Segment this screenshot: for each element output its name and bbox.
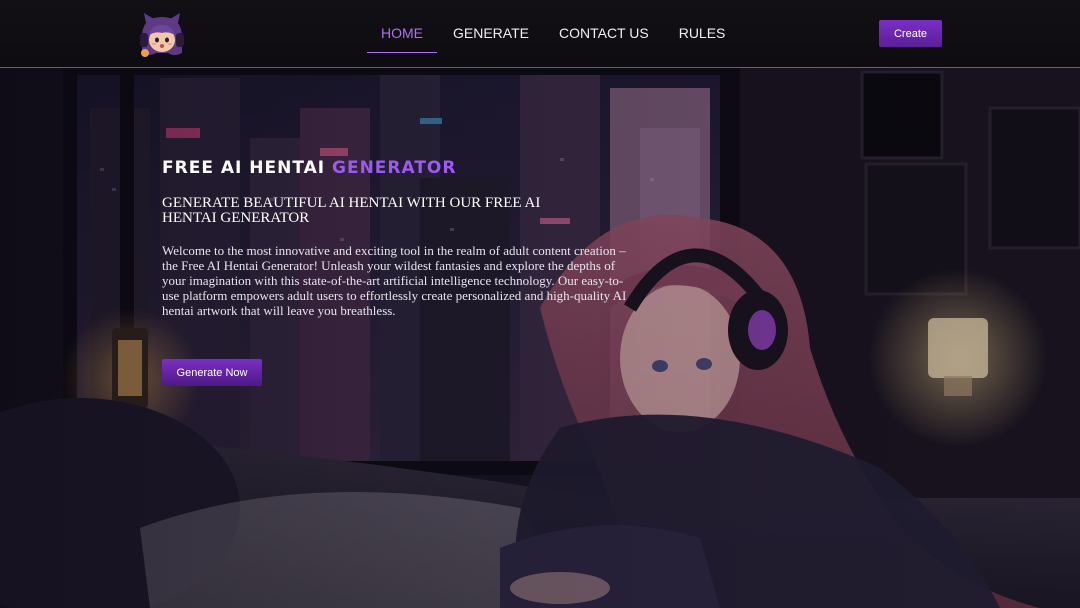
- generate-now-button[interactable]: Generate Now: [162, 359, 262, 386]
- nav-item-rules[interactable]: RULES: [665, 13, 740, 53]
- site-header: HOME GENERATE CONTACT US RULES Create: [0, 0, 1080, 68]
- hero-title: FREE AI HENTAI GENERATOR: [162, 158, 456, 178]
- main-nav: HOME GENERATE CONTACT US RULES: [367, 13, 741, 55]
- page: HOME GENERATE CONTACT US RULES Create FR…: [0, 0, 1080, 608]
- nav-item-contact-us[interactable]: CONTACT US: [545, 13, 663, 53]
- anime-girl-logo-icon[interactable]: [138, 13, 186, 59]
- create-button[interactable]: Create: [879, 20, 942, 47]
- hero-subtitle: GENERATE BEAUTIFUL AI HENTAI WITH OUR FR…: [162, 195, 541, 226]
- nav-item-home[interactable]: HOME: [367, 13, 437, 53]
- hero-description: Welcome to the most innovative and excit…: [162, 243, 627, 318]
- hero-title-accent: GENERATOR: [332, 158, 457, 178]
- nav-item-generate[interactable]: GENERATE: [439, 13, 543, 53]
- hero-section: [0, 68, 1080, 608]
- hero-title-main: FREE AI HENTAI: [162, 158, 332, 178]
- hero-overlay: [0, 68, 1080, 608]
